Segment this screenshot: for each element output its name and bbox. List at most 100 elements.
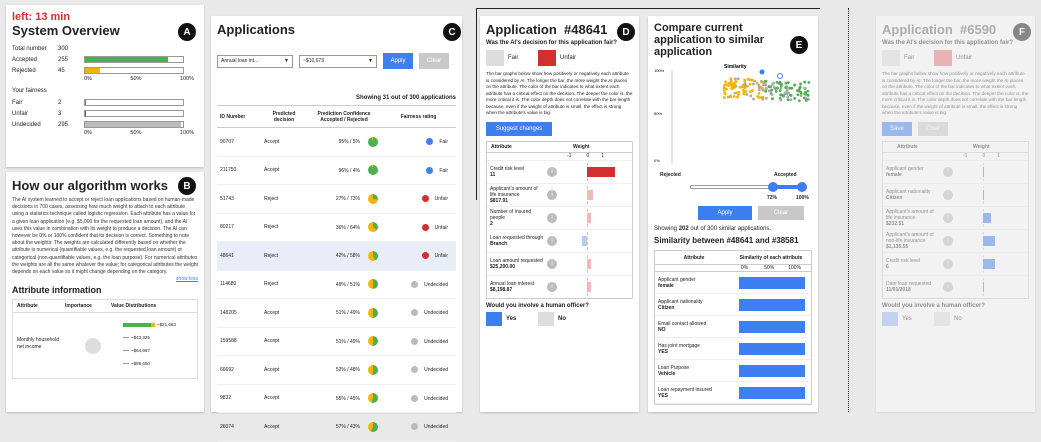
scatter-point (767, 85, 771, 88)
weight-row: Number of insured people 2 i (487, 205, 632, 229)
weight-row: Applicant gender female i (883, 159, 1028, 183)
info-icon[interactable]: i (943, 281, 953, 292)
tick-pos: 1 (997, 153, 1001, 159)
slider-handle-min[interactable] (768, 182, 778, 192)
info-icon[interactable]: i (943, 212, 953, 223)
col-confidence[interactable]: Prediction Confidence Accepted / Rejecte… (307, 106, 381, 128)
scatter-point (748, 82, 752, 86)
col-fairness[interactable]: Fairness rating (381, 106, 456, 128)
table-row[interactable]: 48641 Reject 42% / 58% Unfair (217, 241, 456, 270)
table-row[interactable]: 80217 Reject 36% / 64% Unfair (217, 213, 456, 242)
attribute-name: Number of insured people (490, 208, 532, 221)
stat-label: Unfair (12, 110, 29, 117)
fairness-dot (411, 366, 419, 374)
info-icon[interactable]: i (547, 281, 557, 292)
ghost-human-question: Would you involve a human officer? (882, 302, 985, 309)
info-icon[interactable]: i (547, 258, 557, 269)
col-similarity[interactable]: Similarity of each attribute (733, 255, 809, 261)
yes-swatch[interactable] (486, 311, 502, 326)
tick-100: 100% (788, 265, 802, 271)
suggest-changes-button[interactable]: Suggest changes (486, 121, 552, 136)
save-button[interactable]: Save (882, 121, 912, 136)
info-icon[interactable]: i (547, 212, 557, 223)
scatter-point (779, 86, 783, 90)
scatter-point (784, 86, 788, 89)
show-less-link[interactable]: show less (12, 276, 198, 282)
table-row[interactable]: 90707 Accept 95% / 5% Fair (217, 128, 456, 156)
slider-min-label: 72% (767, 195, 778, 201)
selected-similar-point[interactable] (777, 73, 783, 79)
attribute-value: Branch (490, 240, 508, 247)
ghost-fair-swatch[interactable] (882, 50, 900, 66)
distribution-bar (123, 363, 129, 365)
similarity-scatter[interactable]: Similarity 100% 50% 0% (654, 60, 812, 170)
cell-decision: Reject (264, 195, 279, 202)
table-row[interactable]: 51743 Reject 27% / 73% Unfair (217, 185, 456, 213)
ghost-yes-swatch[interactable] (882, 311, 898, 326)
table-row[interactable]: 211750 Accept 96% / 4% Fair (217, 156, 456, 185)
info-icon[interactable]: i (943, 189, 953, 200)
attribute-value: 6 (886, 263, 889, 270)
col-importance[interactable]: Importance (65, 303, 111, 309)
axis-tick: 100% (179, 130, 194, 136)
ghost-clear-button[interactable]: Clear (918, 121, 948, 136)
confidence-pie (368, 279, 378, 290)
compare-clear-button[interactable]: Clear (758, 206, 804, 220)
info-icon[interactable]: i (547, 235, 557, 246)
compare-panel: Compare current application to similar a… (648, 16, 818, 412)
ghost-unfair-swatch[interactable] (934, 50, 952, 66)
info-icon[interactable]: i (943, 235, 953, 246)
filter-attribute-value: Annual loan int... (221, 58, 259, 64)
col-attribute: Attribute (683, 254, 705, 261)
cell-id: 90707 (220, 138, 234, 145)
unfair-swatch[interactable] (538, 50, 556, 66)
info-icon[interactable]: i (943, 258, 953, 269)
col-decision[interactable]: Predicted decision (261, 106, 307, 128)
info-icon[interactable]: i (547, 189, 557, 200)
no-swatch[interactable] (538, 311, 554, 326)
fair-swatch[interactable] (486, 50, 504, 66)
info-icon[interactable]: i (547, 166, 557, 177)
ghost-application-panel: Application #6590 F Was the AI's decisio… (876, 16, 1035, 412)
table-row[interactable]: 159588 Accept 51% / 49% Undecided (217, 327, 456, 356)
clear-button[interactable]: Clear (419, 53, 449, 69)
apply-button[interactable]: Apply (383, 53, 413, 69)
table-row[interactable]: 148205 Accept 51% / 49% Undecided (217, 299, 456, 328)
axis-ticks: 0% 50% 100% (84, 130, 194, 136)
scatter-point (756, 95, 760, 98)
cell-id: 66692 (220, 366, 234, 373)
table-row[interactable]: 114680 Reject 49% / 51% Undecided (217, 270, 456, 299)
info-icon[interactable]: i (943, 166, 953, 177)
tick-0: 0% (741, 265, 749, 271)
attribute-value: $232.51 (886, 220, 905, 227)
similarity-row: Applicant nationality Citizen (655, 294, 811, 316)
fairness-dot (411, 309, 419, 317)
table-row[interactable]: 26074 Accept 57% / 43% Undecided (217, 413, 456, 441)
scatter-point (743, 83, 747, 87)
col-weight[interactable]: Weight (553, 144, 590, 150)
cell-decision: Accept (264, 138, 280, 145)
table-row[interactable]: 66692 Accept 52% / 48% Undecided (217, 356, 456, 384)
col-weight[interactable]: Weight (949, 144, 990, 150)
attribute-cell: Loan Purpose Vehicle (655, 365, 739, 377)
filter-attribute-select[interactable]: Annual loan int... ▼ (217, 54, 293, 68)
table-row[interactable]: 9832 Accept 55% / 45% Undecided (217, 384, 456, 413)
scatter-point (743, 80, 747, 83)
attribute-name: Loan amount requested (490, 257, 543, 264)
attribute-value: $25,200.00 (490, 263, 516, 270)
importance-circle (85, 338, 101, 355)
scatter-point (734, 80, 738, 83)
distribution-label: ~$64,987 (131, 348, 150, 354)
attribute-cell: Credit risk level 6 (883, 258, 941, 270)
filter-value-select[interactable]: ~$10,673 ▼ (299, 54, 377, 68)
fair-label: Fair (508, 55, 519, 61)
compare-apply-button[interactable]: Apply (698, 206, 752, 220)
stats: Total number 300 Accepted 255 Rejected 45 0% 50… (12, 43, 198, 83)
fairness-label: Your fairness (12, 88, 47, 94)
current-application-point[interactable] (759, 69, 765, 75)
ghost-no-swatch[interactable] (934, 311, 950, 326)
col-id[interactable]: ID Number (217, 106, 261, 128)
slider-handle-max[interactable] (797, 182, 807, 192)
scatter-point (764, 79, 767, 83)
cell-fairness: Undecided (381, 299, 456, 328)
